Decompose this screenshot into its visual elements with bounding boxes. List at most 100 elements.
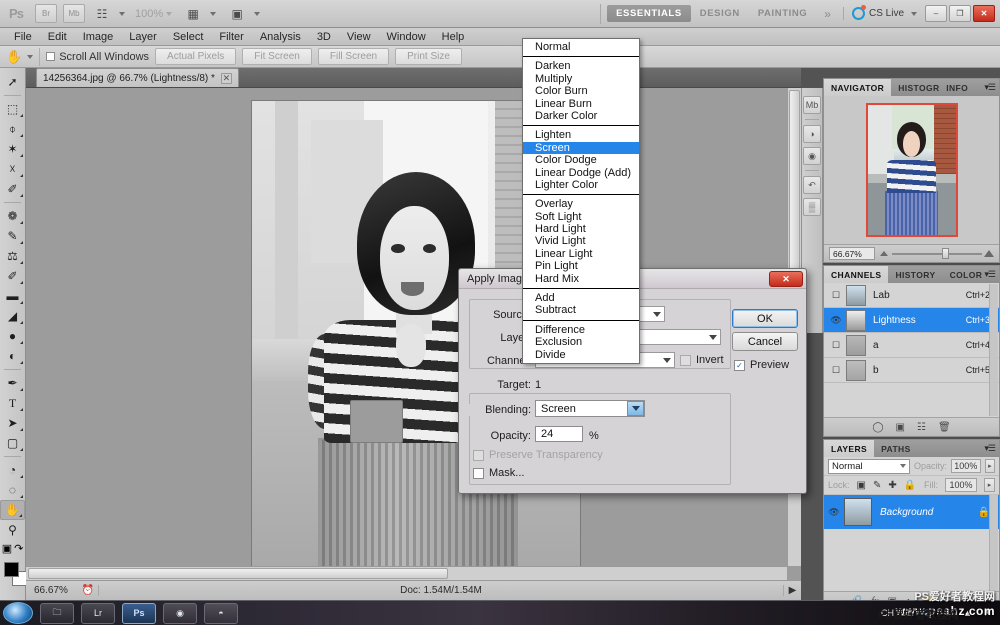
lock-transparent-pixels-icon[interactable]: ▣ bbox=[857, 480, 866, 491]
masks-icon[interactable]: ◉ bbox=[803, 147, 821, 165]
menu-image[interactable]: Image bbox=[75, 29, 122, 45]
canvas-horizontal-scrollbar-thumb[interactable] bbox=[28, 568, 448, 579]
dodge-tool[interactable]: ◐ bbox=[0, 346, 25, 366]
menu-edit[interactable]: Edit bbox=[40, 29, 75, 45]
tab-channels[interactable]: CHANNELS bbox=[824, 266, 888, 283]
workspace-essentials[interactable]: ESSENTIALS bbox=[607, 5, 691, 22]
tab-info[interactable]: INFO bbox=[939, 79, 975, 96]
windows-start-orb[interactable] bbox=[3, 602, 33, 624]
menu-analysis[interactable]: Analysis bbox=[252, 29, 309, 45]
menu-file[interactable]: File bbox=[6, 29, 40, 45]
layers-scrollbar[interactable] bbox=[989, 495, 998, 591]
navigator-preview[interactable] bbox=[824, 96, 999, 244]
lightroom-icon[interactable]: Lr bbox=[81, 603, 115, 624]
blend-option-lighten[interactable]: Lighten bbox=[523, 129, 639, 141]
workspace-more-icon[interactable]: » bbox=[816, 7, 839, 21]
ok-button[interactable]: OK bbox=[732, 309, 798, 328]
menu-layer[interactable]: Layer bbox=[121, 29, 165, 45]
path-selection-tool[interactable]: ➤ bbox=[0, 413, 25, 433]
minimize-button[interactable]: – bbox=[925, 5, 947, 22]
arrange-chevron-down-icon[interactable] bbox=[210, 12, 216, 16]
eraser-tool[interactable]: ▬ bbox=[0, 286, 25, 306]
blend-option-exclusion[interactable]: Exclusion bbox=[523, 336, 639, 348]
preserve-transparency-checkbox[interactable]: Preserve Transparency bbox=[473, 449, 603, 461]
navigator-slider-knob[interactable] bbox=[942, 248, 949, 259]
fit-screen-button[interactable]: Fit Screen bbox=[242, 48, 312, 65]
print-size-button[interactable]: Print Size bbox=[395, 48, 462, 65]
blend-option-normal[interactable]: Normal bbox=[523, 41, 639, 53]
tab-paths[interactable]: PATHS bbox=[874, 440, 918, 457]
blending-mode-dropdown[interactable]: Normal Darken Multiply Color Burn Linear… bbox=[522, 38, 640, 364]
layer-opacity-value[interactable]: 100% bbox=[951, 459, 981, 473]
history-icon[interactable]: ↶ bbox=[803, 176, 821, 194]
zoom-out-icon[interactable] bbox=[880, 251, 888, 256]
eye-icon[interactable]: ☐ bbox=[826, 365, 846, 376]
restore-button[interactable]: ❐ bbox=[949, 5, 971, 22]
channel-row-a[interactable]: ☐ a Ctrl+4 bbox=[824, 333, 999, 358]
close-button[interactable]: ✕ bbox=[973, 5, 995, 22]
scroll-all-windows-checkbox[interactable]: Scroll All Windows bbox=[46, 51, 149, 63]
blend-option-linear-burn[interactable]: Linear Burn bbox=[523, 98, 639, 110]
view-extras-chevron-down-icon[interactable] bbox=[119, 12, 125, 16]
explorer-icon[interactable]: 🗀 bbox=[40, 603, 74, 624]
blur-tool[interactable]: ● bbox=[0, 326, 25, 346]
adjustments-icon[interactable]: ◑ bbox=[803, 125, 821, 143]
blend-option-darken[interactable]: Darken bbox=[523, 60, 639, 72]
channel-row-b[interactable]: ☐ b Ctrl+5 bbox=[824, 358, 999, 383]
3d-rotate-tool[interactable]: ◔ bbox=[0, 460, 25, 480]
view-extras-icon[interactable]: ☷ bbox=[91, 4, 113, 23]
hand-tool[interactable]: ✋ bbox=[0, 500, 25, 520]
quick-mask-mode-toggle[interactable]: ▣ ↷ bbox=[0, 540, 25, 556]
channels-panel-menu-icon[interactable]: ▾☰ bbox=[984, 269, 995, 280]
layers-panel-menu-icon[interactable]: ▾☰ bbox=[984, 443, 995, 454]
lock-all-icon[interactable]: 🔒 bbox=[904, 480, 916, 491]
rectangle-tool[interactable]: ▢ bbox=[0, 433, 25, 453]
tab-navigator[interactable]: NAVIGATOR bbox=[824, 79, 891, 96]
swap-colors-icon[interactable]: ↷ bbox=[14, 542, 23, 555]
zoom-tool[interactable]: ⚲ bbox=[0, 520, 25, 540]
status-menu-arrow-icon[interactable]: ▶ bbox=[783, 585, 801, 596]
layer-opacity-stepper[interactable]: ▸ bbox=[985, 459, 995, 473]
tab-layers[interactable]: LAYERS bbox=[824, 440, 874, 457]
channel-row-lab[interactable]: ☐ Lab Ctrl+2 bbox=[824, 283, 999, 308]
menu-window[interactable]: Window bbox=[379, 29, 434, 45]
preview-checkbox[interactable]: ✓ Preview bbox=[734, 359, 789, 371]
blend-option-linear-light[interactable]: Linear Light bbox=[523, 248, 639, 260]
clone-stamp-tool[interactable]: ⚖ bbox=[0, 246, 25, 266]
blend-option-hard-mix[interactable]: Hard Mix bbox=[523, 273, 639, 285]
blend-option-hard-light[interactable]: Hard Light bbox=[523, 223, 639, 235]
blend-option-color-dodge[interactable]: Color Dodge bbox=[523, 154, 639, 166]
chevron-down-icon[interactable] bbox=[627, 401, 644, 416]
mask-checkbox[interactable]: Mask... bbox=[473, 467, 524, 479]
tool-preset-chevron-down-icon[interactable] bbox=[27, 55, 33, 59]
mini-bridge-icon[interactable]: Mb bbox=[63, 4, 85, 23]
photoshop-icon[interactable]: Ps bbox=[122, 603, 156, 624]
marquee-tool[interactable]: ⬚ bbox=[0, 99, 25, 119]
menu-help[interactable]: Help bbox=[434, 29, 473, 45]
crop-tool[interactable]: ☓ bbox=[0, 159, 25, 179]
blend-option-divide[interactable]: Divide bbox=[523, 349, 639, 361]
eye-icon[interactable]: ☐ bbox=[826, 340, 846, 351]
fill-screen-button[interactable]: Fill Screen bbox=[318, 48, 389, 65]
load-channel-as-selection-icon[interactable]: ◯ bbox=[872, 422, 883, 433]
status-zoom-value[interactable]: 66.67% bbox=[26, 585, 78, 596]
brush-tool[interactable]: ✎ bbox=[0, 226, 25, 246]
layer-blend-mode-select[interactable]: Normal bbox=[828, 459, 910, 474]
type-tool[interactable]: T bbox=[0, 393, 25, 413]
blend-option-overlay[interactable]: Overlay bbox=[523, 198, 639, 210]
create-new-channel-icon[interactable]: ☷ bbox=[917, 422, 926, 433]
blend-option-difference[interactable]: Difference bbox=[523, 324, 639, 336]
zoom-in-icon[interactable] bbox=[984, 250, 994, 257]
close-icon[interactable]: ✕ bbox=[769, 271, 803, 287]
spot-healing-brush-tool[interactable]: ❁ bbox=[0, 206, 25, 226]
blend-option-soft-light[interactable]: Soft Light bbox=[523, 211, 639, 223]
blend-option-pin-light[interactable]: Pin Light bbox=[523, 260, 639, 272]
navigator-zoom-input[interactable]: 66.67% bbox=[829, 247, 875, 260]
cs-live-button[interactable]: CS Live bbox=[843, 7, 925, 20]
lock-image-pixels-icon[interactable]: ✎ bbox=[873, 480, 881, 491]
canvas-horizontal-scrollbar[interactable] bbox=[26, 566, 787, 580]
arrange-documents-icon[interactable]: ▦ bbox=[182, 4, 204, 23]
blend-option-lighter-color[interactable]: Lighter Color bbox=[523, 179, 639, 191]
cancel-button[interactable]: Cancel bbox=[732, 332, 798, 351]
blend-option-linear-dodge-add[interactable]: Linear Dodge (Add) bbox=[523, 167, 639, 179]
